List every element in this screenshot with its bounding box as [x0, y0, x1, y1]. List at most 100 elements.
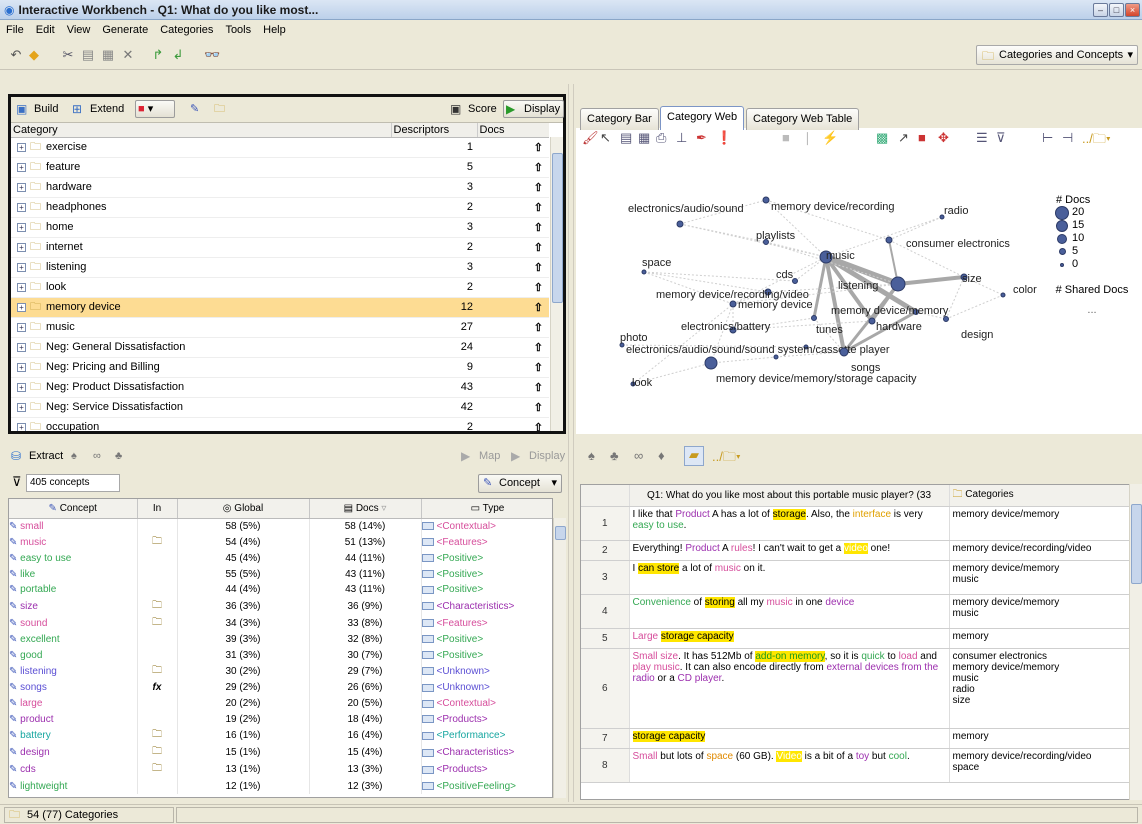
docs-link-icon[interactable]: ⇧: [534, 282, 543, 294]
category-icon-button[interactable]: 🗀: [213, 100, 233, 118]
data-row[interactable]: 5 Large storage capacity memory: [581, 628, 1129, 649]
docs-link-icon[interactable]: ⇧: [534, 362, 543, 374]
close-button[interactable]: ×: [1125, 3, 1140, 17]
find-button[interactable]: ∞: [92, 447, 112, 465]
data-row[interactable]: 3I can store a lot of music on it. memory…: [581, 560, 1129, 595]
web-node[interactable]: [729, 300, 737, 308]
scroll-thumb[interactable]: [552, 153, 563, 303]
web-node[interactable]: [676, 220, 684, 228]
category-row[interactable]: + 🗀 Neg: Pricing and Billing 9 ⇧: [11, 357, 549, 378]
docs-link-icon[interactable]: ⇧: [534, 402, 543, 414]
filter-icon[interactable]: ⊽: [12, 474, 22, 490]
concept-row[interactable]: ✎ good 31 (3%) 30 (7%) <Positive>: [9, 647, 552, 664]
copy-data-icon[interactable]: ▦: [638, 130, 650, 146]
col-global[interactable]: ◎ Global: [177, 499, 310, 519]
web-node[interactable]: [792, 278, 798, 284]
menu-file[interactable]: File: [6, 24, 24, 36]
web-edge[interactable]: [888, 216, 943, 241]
expand-icon[interactable]: +: [17, 242, 26, 252]
tree-icon[interactable]: ⊢: [1042, 130, 1053, 146]
web-node[interactable]: [704, 356, 718, 370]
menu-categories[interactable]: Categories: [160, 24, 213, 36]
paste-icon[interactable]: ▦: [100, 47, 116, 63]
tag-icon[interactable]: ♣: [610, 448, 619, 463]
concept-row[interactable]: ✎ portable 44 (4%) 43 (11%) <Positive>: [9, 582, 552, 598]
concept-row[interactable]: ✎ listening 🗀 30 (2%) 29 (7%) <Unknown>: [9, 663, 552, 681]
web-edge[interactable]: [945, 294, 1004, 320]
docs-link-icon[interactable]: ⇧: [534, 322, 543, 334]
docs-link-icon[interactable]: ⇧: [534, 382, 543, 394]
menu-help[interactable]: Help: [263, 24, 286, 36]
concept-row[interactable]: ✎ product 19 (2%) 18 (4%) <Products>: [9, 711, 552, 728]
data-scrollbar[interactable]: [1129, 484, 1142, 800]
data-row[interactable]: 7 storage capacity memory: [581, 728, 1129, 749]
expand-icon[interactable]: +: [17, 182, 26, 192]
expand-icon[interactable]: +: [17, 302, 26, 312]
copy-icon[interactable]: ▤: [80, 47, 96, 63]
category-row[interactable]: + 🗀 exercise 1 ⇧: [11, 137, 549, 158]
concept-row[interactable]: ✎ songs fx 29 (2%) 26 (6%) <Unknown>: [9, 680, 552, 696]
menu-tools[interactable]: Tools: [225, 24, 251, 36]
expand-icon[interactable]: +: [17, 282, 26, 292]
data-row[interactable]: 8 Small but lots of space (60 GB). Video …: [581, 748, 1129, 783]
node-icon[interactable]: ✥: [938, 130, 949, 146]
docs-link-icon[interactable]: ⇧: [534, 422, 543, 432]
forward-icon[interactable]: ↱: [150, 47, 166, 63]
tab-category-web[interactable]: Category Web: [660, 106, 745, 130]
col-category[interactable]: Category: [11, 123, 392, 138]
concept-row[interactable]: ✎ like 55 (5%) 43 (11%) <Positive>: [9, 566, 552, 583]
docs-link-icon[interactable]: ⇧: [534, 182, 543, 194]
back-icon[interactable]: ↲: [170, 47, 186, 63]
pointer-icon[interactable]: ↖: [600, 130, 611, 146]
data-row[interactable]: 6 Small size. It has 512Mb of add-on memo…: [581, 648, 1129, 729]
col-concept[interactable]: ✎ Concept: [9, 499, 138, 519]
web-node[interactable]: [839, 347, 849, 357]
display-button-concepts[interactable]: ▶ Display: [508, 447, 569, 465]
web-node[interactable]: [1000, 292, 1006, 298]
build-button[interactable]: ▣ Build: [13, 100, 62, 118]
concept-row[interactable]: ✎ design 🗀 15 (1%) 15 (4%) <Characteristics>: [9, 744, 552, 762]
extract-button[interactable]: ⛁ Extract: [8, 447, 67, 465]
web-edge[interactable]: [679, 223, 827, 258]
concept-scrollbar[interactable]: [553, 518, 566, 798]
category-row[interactable]: + 🗀 home 3 ⇧: [11, 217, 549, 238]
print-icon[interactable]: ⎙: [656, 130, 666, 146]
menu-generate[interactable]: Generate: [102, 24, 148, 36]
concept-row[interactable]: ✎ easy to use 45 (4%) 44 (11%) <Positive>: [9, 550, 552, 567]
list-icon[interactable]: ☰: [976, 130, 988, 146]
web-node[interactable]: [890, 276, 906, 292]
concept-row[interactable]: ✎ battery 🗀 16 (1%) 16 (4%) <Performance>: [9, 727, 552, 745]
expand-icon[interactable]: +: [17, 262, 26, 272]
web-edge[interactable]: [710, 356, 777, 364]
brush-icon[interactable]: 🖌: [582, 130, 599, 146]
category-row[interactable]: + 🗀 headphones 2 ⇧: [11, 197, 549, 218]
web-edge[interactable]: [643, 271, 796, 282]
web-node[interactable]: [811, 315, 817, 321]
cut-icon[interactable]: ✂: [60, 47, 76, 63]
category-row[interactable]: + 🗀 Neg: Product Dissatisfaction 43 ⇧: [11, 377, 549, 398]
category-row[interactable]: + 🗀 occupation 2 ⇧: [11, 417, 549, 431]
expand-icon[interactable]: +: [17, 422, 26, 431]
docs-link-icon[interactable]: ⇧: [534, 162, 543, 174]
scroll-thumb[interactable]: [1131, 504, 1142, 584]
score-button[interactable]: ▣ Score: [447, 100, 501, 118]
expand-icon[interactable]: +: [17, 222, 26, 232]
data-row[interactable]: 2 Everything! Product A rules! I can't wa…: [581, 540, 1129, 561]
docs-link-icon[interactable]: ⇧: [534, 222, 543, 234]
docs-link-icon[interactable]: ⇧: [534, 342, 543, 354]
category-row[interactable]: + 🗀 Neg: Service Dissatisfaction 42 ⇧: [11, 397, 549, 418]
expand-icon[interactable]: +: [17, 342, 26, 352]
tab-category-web-table[interactable]: Category Web Table: [746, 108, 860, 130]
category-row[interactable]: + 🗀 listening 3 ⇧: [11, 257, 549, 278]
concept-row[interactable]: ✎ lightweight 12 (1%) 12 (3%) <PositiveFeel…: [9, 778, 552, 794]
scroll-thumb[interactable]: [555, 526, 566, 540]
expand-icon[interactable]: +: [17, 362, 26, 372]
docs-link-icon[interactable]: ⇧: [534, 302, 543, 314]
col-type[interactable]: ▭ Type: [421, 499, 552, 519]
new-category-dropdown[interactable]: ■ ▾: [135, 100, 175, 118]
category-row[interactable]: + 🗀 feature 5 ⇧: [11, 157, 549, 178]
category-path-icon[interactable]: ../🗀▾: [712, 448, 741, 470]
category-scrollbar[interactable]: [550, 137, 563, 431]
vertical-splitter[interactable]: [568, 84, 574, 802]
col-categories[interactable]: 🗀 Categories: [949, 485, 1129, 507]
